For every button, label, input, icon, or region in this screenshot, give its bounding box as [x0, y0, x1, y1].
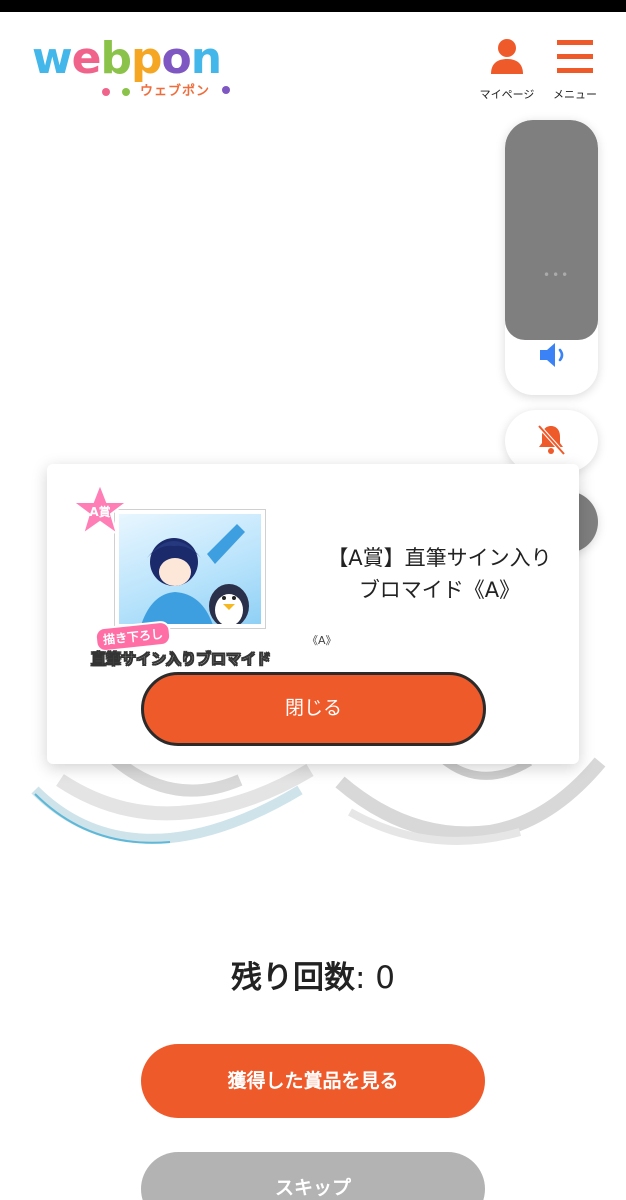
prize-card-art — [115, 510, 265, 628]
view-prizes-button[interactable]: 獲得した賞品を見る — [141, 1044, 485, 1118]
header: webpon ウェブポン マイページ メニュー — [0, 12, 626, 102]
volume-slider[interactable]: ••• — [505, 120, 598, 395]
remaining-separator: : — [354, 960, 376, 996]
remaining-count: 残り回数: 0 — [0, 952, 626, 997]
a-prize-star-badge: A賞 — [71, 482, 129, 537]
prize-title: 【A賞】直筆サイン入りブロマイド《A》 — [327, 546, 552, 602]
logo-dot — [222, 86, 230, 94]
hamburger-icon — [557, 40, 593, 73]
prize-result-modal: A賞 描き下ろし 直筆サイン入りブロマイド 《A》 【A賞】直筆サイン入りブロマ… — [47, 464, 579, 764]
status-bar — [0, 0, 626, 12]
logo-dot — [102, 88, 110, 96]
volume-track[interactable] — [505, 120, 598, 340]
menu-button[interactable]: メニュー — [540, 38, 610, 108]
logo-dot — [122, 88, 130, 96]
mypage-button[interactable]: マイページ — [472, 38, 542, 108]
mute-toggle-button[interactable] — [505, 410, 598, 472]
bell-off-icon — [537, 424, 566, 456]
volume-handle[interactable]: ••• — [543, 268, 570, 282]
capsule-shell-right — [335, 753, 606, 845]
capsule-shell-left — [31, 750, 314, 844]
remaining-value: 0 — [375, 960, 396, 996]
user-icon — [491, 39, 523, 74]
menu-label: メニュー — [553, 88, 597, 101]
prize-image: A賞 描き下ろし 直筆サイン入りブロマイド 《A》 — [65, 482, 337, 672]
logo-wordmark: webpon — [32, 33, 222, 84]
speaker-icon — [540, 343, 564, 367]
prize-image-caption: 直筆サイン入りブロマイド — [91, 650, 272, 669]
mypage-label: マイページ — [479, 88, 535, 101]
badge-text: A賞 — [89, 504, 110, 519]
skip-button[interactable]: スキップ — [141, 1152, 485, 1200]
webpon-logo[interactable]: webpon ウェブポン — [32, 34, 232, 104]
logo-katakana: ウェブポン — [140, 84, 211, 99]
prize-variant-mark: 《A》 — [307, 634, 337, 647]
remaining-label: 残り回数 — [230, 960, 355, 996]
close-button[interactable]: 閉じる — [141, 672, 486, 746]
